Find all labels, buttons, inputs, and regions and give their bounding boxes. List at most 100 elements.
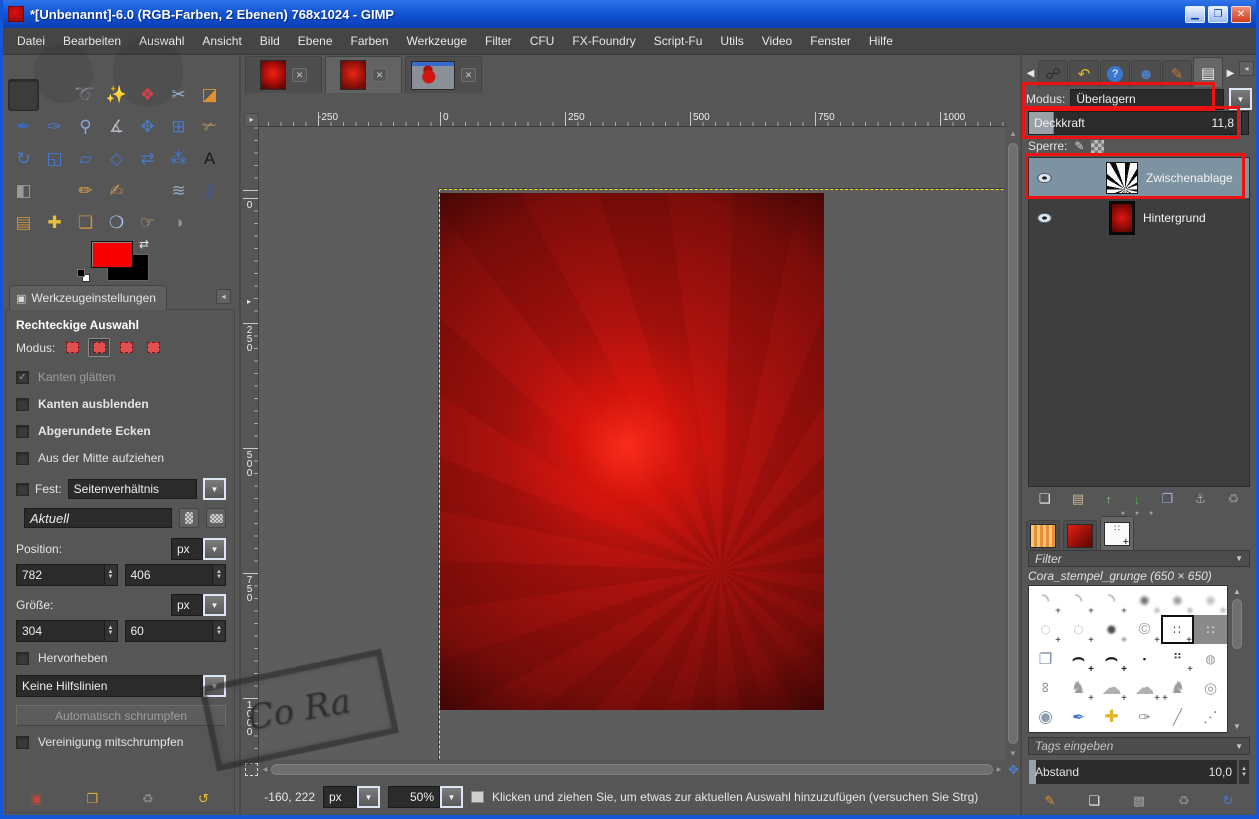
fest-dropdown-icon[interactable]: ▼ xyxy=(203,478,226,500)
tool-button[interactable]: ✚ xyxy=(39,207,70,239)
checkbox[interactable]: ✓ xyxy=(16,371,29,384)
horizontal-ruler[interactable]: -25002505007501000 xyxy=(259,112,1006,127)
tool-button[interactable]: ≋ xyxy=(163,175,194,207)
checkbox[interactable] xyxy=(16,452,29,465)
brush-item[interactable]: ◝ xyxy=(1062,586,1095,615)
tags-input[interactable]: Tags eingeben ▼ xyxy=(1028,737,1250,755)
guides-select[interactable]: Keine Hilfslinien xyxy=(16,675,203,697)
dock-tab[interactable]: ▤ xyxy=(1193,57,1223,87)
layer-footer-icon[interactable]: ▤ xyxy=(1072,491,1084,507)
dock-tabs-left-icon[interactable]: ◀ xyxy=(1024,61,1037,87)
tab-close-icon[interactable]: ✕ xyxy=(461,68,476,82)
landscape-button[interactable] xyxy=(206,508,226,528)
brush-footer-icon[interactable]: ❏ xyxy=(1088,793,1100,809)
brush-item[interactable]: ◝ xyxy=(1029,586,1062,615)
brush-item[interactable]: ♞ xyxy=(1062,673,1095,702)
zoom-level-select[interactable]: 50% xyxy=(388,786,440,808)
brush-item[interactable]: ☁ xyxy=(1095,673,1128,702)
image-tab[interactable]: ✕ xyxy=(245,56,322,93)
canvas-image[interactable] xyxy=(440,193,824,710)
tool-button[interactable]: ⁂ xyxy=(163,143,194,175)
tool-button[interactable]: A xyxy=(194,143,225,175)
selection-mode-button[interactable] xyxy=(142,338,164,357)
tab-close-icon[interactable]: ✕ xyxy=(372,68,387,82)
menu-item[interactable]: CFU xyxy=(521,30,564,52)
ruler-origin-button[interactable]: ▸ xyxy=(244,113,259,127)
tool-button[interactable]: ◱ xyxy=(39,143,70,175)
scroll-up-icon[interactable]: ▲ xyxy=(1233,587,1241,596)
tool-button[interactable]: ☞ xyxy=(132,207,163,239)
menu-item[interactable]: Fenster xyxy=(801,30,860,52)
brush-footer-icon[interactable]: ▩ xyxy=(1133,793,1145,809)
menu-item[interactable]: Filter xyxy=(476,30,521,52)
minimize-button[interactable]: ▁ xyxy=(1185,6,1205,23)
brush-footer-icon[interactable]: ✎ xyxy=(1044,793,1055,809)
tool-button[interactable]: ✏ xyxy=(70,175,101,207)
collapse-arrow-icon[interactable]: ◂ xyxy=(216,289,231,304)
brush-item[interactable]: ⌢ xyxy=(1062,644,1095,673)
tool-button[interactable] xyxy=(39,175,70,207)
tool-button[interactable] xyxy=(132,175,163,207)
auto-shrink-button[interactable]: Automatisch schrumpfen xyxy=(16,705,226,726)
opacity-slider[interactable]: Deckkraft 11,8 xyxy=(1028,111,1240,135)
tool-button[interactable]: ⚲ xyxy=(70,111,101,143)
tool-options-footer-icon[interactable]: ↺ xyxy=(195,791,212,807)
brush-item[interactable]: ⠛ xyxy=(1161,644,1194,673)
status-unit-dropdown-icon[interactable]: ▼ xyxy=(357,786,380,808)
tool-button[interactable]: ➰ xyxy=(70,79,101,111)
foreground-color-swatch[interactable] xyxy=(91,241,133,268)
brush-item[interactable]: ∞ xyxy=(1031,671,1060,704)
vertical-scroll-thumb[interactable] xyxy=(1008,143,1018,744)
fest-select[interactable]: Seitenverhältnis xyxy=(68,479,197,499)
tool-button[interactable]: ❍ xyxy=(101,207,132,239)
brush-item[interactable]: ◝ xyxy=(1095,586,1128,615)
navigation-cross-icon[interactable]: ✥ xyxy=(1006,762,1021,777)
brush-item[interactable]: ♞ xyxy=(1161,673,1194,702)
tool-button[interactable]: ❏ xyxy=(70,207,101,239)
aspect-value-input[interactable]: Aktuell xyxy=(24,508,172,528)
size-height-spinner[interactable]: 60▲▼ xyxy=(125,620,227,642)
tool-button[interactable] xyxy=(39,79,70,111)
opacity-spinner[interactable] xyxy=(1241,111,1249,135)
visibility-eye-icon[interactable] xyxy=(1037,213,1052,223)
tool-button[interactable]: ✃ xyxy=(194,111,225,143)
menu-item[interactable]: Ebene xyxy=(289,30,342,52)
visibility-eye-icon[interactable] xyxy=(1037,173,1052,183)
dock-tabs-right-icon[interactable]: ▶ xyxy=(1224,61,1237,87)
tool-button[interactable]: ❖ xyxy=(132,79,163,111)
brush-item[interactable]: ✒ xyxy=(1062,702,1095,731)
layer-footer-icon[interactable]: ♻ xyxy=(1228,491,1240,507)
tool-button[interactable]: ◑ xyxy=(163,207,194,239)
selection-mode-button[interactable] xyxy=(115,338,137,357)
brush-item[interactable]: ∷ xyxy=(1194,615,1227,644)
tool-options-tab[interactable]: ▣ Werkzeugeinstellungen xyxy=(9,285,167,310)
layer-footer-icon[interactable]: ↑ xyxy=(1106,492,1113,507)
zoom-dropdown-icon[interactable]: ▼ xyxy=(440,786,463,808)
brush-item[interactable]: ◌ xyxy=(1029,615,1062,644)
tool-button[interactable]: ⊞ xyxy=(163,111,194,143)
tool-button[interactable]: ⇄ xyxy=(132,143,163,175)
brush-item[interactable]: ╱ xyxy=(1161,702,1194,731)
scroll-right-icon[interactable]: ▸ xyxy=(993,764,1005,775)
layer-row[interactable]: Zwischenablage xyxy=(1029,158,1249,198)
dock-tab[interactable]: ☻ xyxy=(1131,60,1161,87)
horizontal-scrollbar[interactable]: ◂ ▸ xyxy=(259,762,1005,777)
menu-item[interactable]: Farben xyxy=(342,30,398,52)
brush-footer-icon[interactable]: ↻ xyxy=(1223,793,1234,809)
tool-button[interactable]: ✍ xyxy=(101,175,132,207)
layer-mode-select[interactable]: Überlagern xyxy=(1070,89,1224,110)
lock-paint-icon[interactable]: ✎ xyxy=(1074,139,1084,153)
scroll-down-icon[interactable]: ▼ xyxy=(1009,749,1017,758)
menu-item[interactable]: Script-Fu xyxy=(645,30,712,52)
tool-button[interactable]: ▤ xyxy=(8,207,39,239)
menu-item[interactable]: Hilfe xyxy=(860,30,902,52)
brush-item[interactable]: ● xyxy=(1161,586,1194,615)
shrink-merged-checkbox[interactable] xyxy=(16,736,29,749)
brush-item[interactable]: © xyxy=(1128,615,1161,644)
brush-item[interactable]: ✑ xyxy=(1128,702,1161,731)
selection-mode-button[interactable] xyxy=(88,338,110,357)
title-bar[interactable]: *[Unbenannt]-6.0 (RGB-Farben, 2 Ebenen) … xyxy=(0,0,1259,28)
layer-row[interactable]: Hintergrund xyxy=(1029,198,1249,238)
tool-button[interactable]: ✑ xyxy=(39,111,70,143)
size-width-spinner[interactable]: 304▲▼ xyxy=(16,620,118,642)
